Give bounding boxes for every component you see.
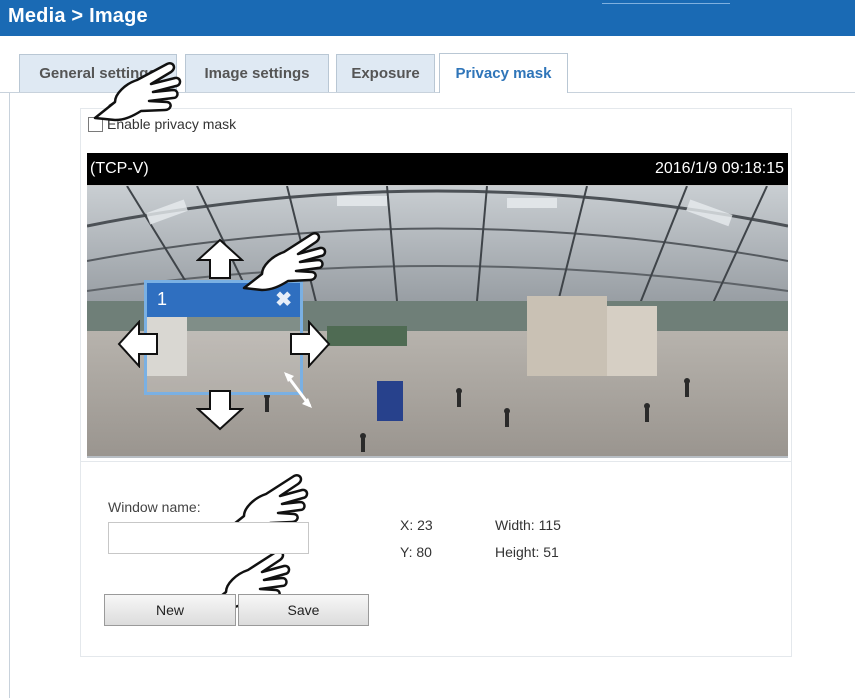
x-coordinate: X: 23 [400,517,433,533]
tab-label: Privacy mask [455,65,552,82]
video-status-bar: (TCP-V) 2016/1/9 09:18:15 [87,153,788,185]
stream-type: (TCP-V) [90,160,149,177]
y-coordinate: Y: 80 [400,544,432,560]
tab-privacy-mask[interactable]: Privacy mask [439,53,568,93]
video-timestamp: 2016/1/9 09:18:15 [654,160,784,177]
form-frame [80,460,792,657]
tab-exposure[interactable]: Exposure [336,54,435,92]
tab-label: Image settings [204,65,310,82]
tab-label: Exposure [351,65,420,82]
arrow-down-icon [196,390,244,431]
height-value: Height: 51 [495,544,559,560]
page-title: Media > Image [8,5,148,27]
arrow-right-icon [290,320,331,368]
resize-arrow-icon [284,372,312,408]
pointing-hand-icon [242,232,327,292]
title-bar: Media > Image [0,0,855,36]
pointing-hand-icon [93,62,182,122]
mask-window-number: 1 [157,289,168,309]
save-button[interactable]: Save [238,594,369,626]
window-name-label: Window name: [108,499,201,515]
arrow-up-icon [196,238,244,279]
new-button-label: New [155,602,184,618]
new-button[interactable]: New [104,594,236,626]
title-divider [602,3,730,4]
arrow-left-icon [117,320,158,368]
window-name-input[interactable] [108,522,309,554]
tab-image-settings[interactable]: Image settings [185,54,329,92]
save-button-label: Save [287,602,320,618]
width-value: Width: 115 [495,517,561,533]
